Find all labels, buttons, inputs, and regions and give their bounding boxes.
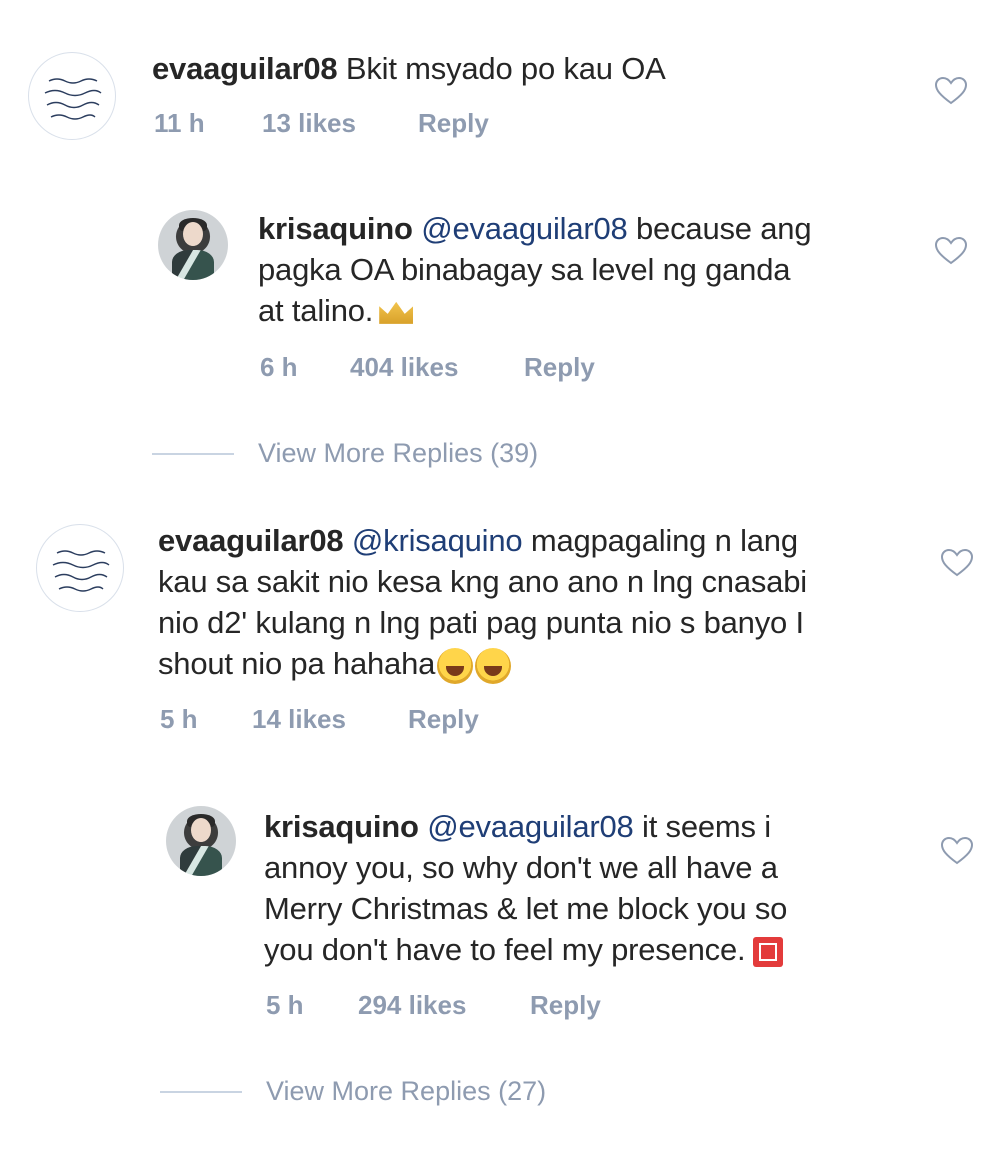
comment-body-line: annoy you, so why don't we all have a [264, 850, 778, 885]
like-button[interactable] [940, 836, 974, 866]
comment-body-line: magpagaling n lang [530, 523, 798, 558]
avatar-dress [172, 250, 214, 280]
likes-count[interactable]: 404 likes [350, 352, 524, 383]
heart-outline-icon [940, 548, 974, 577]
like-button[interactable] [934, 76, 968, 106]
avatar-dress [180, 846, 222, 876]
comment-body-line: nio d2' kulang n lng pati pag punta nio … [158, 605, 804, 640]
avatar-script-icon [52, 550, 110, 592]
comment-body-line: because ang [636, 211, 812, 246]
comment-body-line: you don't have to feel my presence. [264, 932, 746, 967]
timestamp: 5 h [160, 704, 198, 734]
reply-button[interactable]: Reply [524, 352, 595, 383]
likes-count[interactable]: 294 likes [358, 990, 530, 1021]
comment-meta: 11 h 13 likes Reply [154, 108, 489, 139]
view-more-label[interactable]: View More Replies (27) [266, 1076, 546, 1107]
reply-button[interactable]: Reply [408, 704, 479, 735]
mention-link[interactable]: @evaaguilar08 [427, 809, 634, 844]
heart-outline-icon [940, 836, 974, 865]
avatar-evaaguilar08[interactable] [28, 52, 116, 140]
username[interactable]: evaaguilar08 [158, 523, 344, 558]
mention-link[interactable]: @krisaquino [352, 523, 523, 558]
username[interactable]: krisaquino [264, 809, 419, 844]
red-square-emoji-icon [753, 936, 784, 967]
avatar-krisaquino[interactable] [166, 806, 236, 876]
reply-button[interactable]: Reply [530, 990, 601, 1021]
like-button[interactable] [934, 236, 968, 266]
mention-link[interactable]: @evaaguilar08 [421, 211, 628, 246]
grinning-squinting-face-icon [475, 647, 512, 684]
comment-body-line: kau sa sakit nio kesa kng ano ano n lng … [158, 564, 807, 599]
comment-body-line: at talino. [258, 293, 374, 328]
divider-line [160, 1090, 242, 1093]
view-more-replies[interactable]: View More Replies (39) [152, 438, 538, 469]
divider-line [152, 452, 234, 455]
comment-body: Bkit msyado po kau OA [345, 51, 666, 86]
username[interactable]: evaaguilar08 [152, 51, 338, 86]
avatar-krisaquino[interactable] [158, 210, 228, 280]
avatar-script-icon [44, 78, 102, 120]
crown-emoji-icon [379, 301, 414, 324]
view-more-replies[interactable]: View More Replies (27) [160, 1076, 546, 1107]
grinning-squinting-face-icon [437, 647, 474, 684]
avatar-face [183, 222, 203, 246]
avatar-evaaguilar08[interactable] [36, 524, 124, 612]
timestamp: 6 h [260, 352, 298, 382]
comment-body-line: pagka OA binabagay sa level ng ganda [258, 252, 791, 287]
comment-body-line: shout nio pa hahaha [158, 646, 436, 681]
username[interactable]: krisaquino [258, 211, 413, 246]
comment-body-line: it seems i [642, 809, 771, 844]
heart-outline-icon [934, 76, 968, 105]
view-more-label[interactable]: View More Replies (39) [258, 438, 538, 469]
avatar-face [191, 818, 211, 842]
comment-body-line: Merry Christmas & let me block you so [264, 891, 788, 926]
comment-meta: 5 h 14 likes Reply [160, 704, 479, 735]
comment-text: krisaquino @evaaguilar08 it seems i anno… [264, 806, 924, 970]
comment-meta: 6 h 404 likes Reply [260, 352, 595, 383]
comment-text: evaaguilar08 @krisaquino magpagaling n l… [158, 520, 918, 684]
reply-button[interactable]: Reply [418, 108, 489, 139]
timestamp: 11 h [154, 108, 205, 138]
likes-count[interactable]: 14 likes [252, 704, 408, 735]
comment-meta: 5 h 294 likes Reply [266, 990, 601, 1021]
comment-text: evaaguilar08 Bkit msyado po kau OA [152, 48, 666, 89]
comment-text: krisaquino @evaaguilar08 because ang pag… [258, 208, 918, 331]
likes-count[interactable]: 13 likes [262, 108, 418, 139]
heart-outline-icon [934, 236, 968, 265]
timestamp: 5 h [266, 990, 304, 1020]
like-button[interactable] [940, 548, 974, 578]
